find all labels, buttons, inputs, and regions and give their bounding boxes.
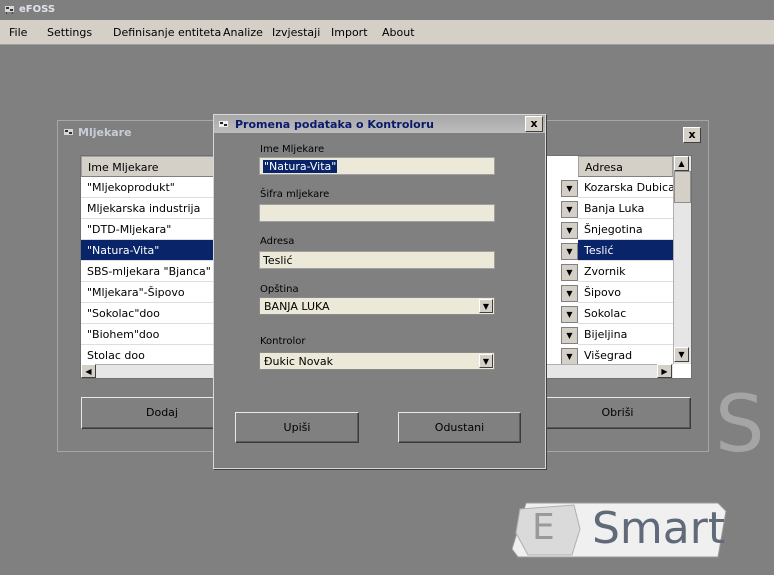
controller-label: Kontrolor: [260, 336, 306, 347]
cow-app-icon: [5, 6, 14, 14]
dialog-title-bar: Promena podataka o Kontroloru x: [214, 115, 545, 133]
dropdown-arrow-icon[interactable]: ▼: [561, 222, 578, 239]
address-label: Adresa: [260, 236, 295, 247]
dialog-close-button[interactable]: x: [525, 116, 543, 132]
cow-icon: [64, 129, 73, 135]
logo-letter: E: [532, 507, 555, 548]
cell-address[interactable]: Šipovo: [578, 282, 673, 303]
cell-name[interactable]: "Sokolac"doo: [81, 303, 221, 324]
municipality-label: Opština: [260, 284, 299, 295]
code-label: Šifra mljekare: [260, 189, 330, 200]
cell-address[interactable]: Zvornik: [578, 261, 673, 282]
scroll-down-arrow-icon[interactable]: ▼: [674, 347, 689, 362]
dropdown-arrow-icon[interactable]: ▼: [561, 201, 578, 218]
edit-dialog: Promena podataka o Kontroloru x Ime Mlje…: [213, 114, 546, 469]
cell-name[interactable]: "Natura-Vita": [81, 240, 221, 261]
menu-analize[interactable]: Analize: [223, 26, 263, 39]
app-title-bar: eFOSS: [0, 0, 774, 20]
cell-address[interactable]: Teslić: [578, 240, 673, 261]
code-field[interactable]: [259, 204, 495, 222]
cell-address[interactable]: Šnjegotina: [578, 219, 673, 240]
cell-name[interactable]: "DTD-Mljekara": [81, 219, 221, 240]
municipality-value: BANJA LUKA: [264, 300, 330, 313]
delete-button[interactable]: Obriši: [544, 397, 691, 429]
cell-name[interactable]: "Mljekara"-Šipovo: [81, 282, 221, 303]
cell-name[interactable]: SBS-mljekara "Bjanca": [81, 261, 221, 282]
name-field[interactable]: "Natura-Vita": [259, 157, 495, 175]
menu-about[interactable]: About: [382, 26, 415, 39]
scroll-right-arrow-icon[interactable]: ▶: [657, 364, 672, 378]
menu-file[interactable]: File: [9, 26, 27, 39]
watermark-letter: S: [715, 380, 765, 470]
menu-import[interactable]: Import: [331, 26, 368, 39]
dropdown-arrow-icon[interactable]: ▼: [561, 306, 578, 323]
menu-definisanje-entiteta[interactable]: Definisanje entiteta: [113, 26, 221, 39]
cell-name[interactable]: Stolac doo: [81, 345, 221, 366]
dropdown-arrow-icon[interactable]: ▼: [479, 299, 493, 313]
scroll-left-arrow-icon[interactable]: ◀: [81, 364, 96, 378]
cell-address[interactable]: Bijeljina: [578, 324, 673, 345]
controller-select[interactable]: Đukic Novak ▼: [259, 352, 495, 370]
cell-name[interactable]: Mljekarska industrija: [81, 198, 221, 219]
cell-address[interactable]: Višegrad: [578, 345, 673, 366]
cell-name[interactable]: "Biohem"doo: [81, 324, 221, 345]
menu-izvjestaji[interactable]: Izvjestaji: [272, 26, 320, 39]
mljekare-title: Mljekare: [78, 126, 132, 139]
dropdown-arrow-icon[interactable]: ▼: [561, 243, 578, 260]
controller-value: Đukic Novak: [264, 355, 334, 368]
menu-settings[interactable]: Settings: [47, 26, 92, 39]
cell-address[interactable]: Sokolac: [578, 303, 673, 324]
dropdown-arrow-icon[interactable]: ▼: [561, 348, 578, 365]
save-button[interactable]: Upiši: [235, 412, 359, 443]
column-header-name[interactable]: Ime Mljekare: [81, 156, 221, 177]
dropdown-arrow-icon[interactable]: ▼: [561, 285, 578, 302]
name-label: Ime Mljekare: [260, 144, 325, 155]
dropdown-arrow-icon[interactable]: ▼: [479, 354, 493, 368]
dialog-title: Promena podataka o Kontroloru: [235, 118, 434, 131]
address-field[interactable]: Teslić: [259, 251, 495, 269]
logo-text: Smart: [592, 503, 726, 554]
name-field-value: "Natura-Vita": [263, 160, 338, 173]
app-window: eFOSS File Settings Definisanje entiteta…: [0, 0, 774, 575]
cell-name[interactable]: "Mljekoprodukt": [81, 177, 221, 198]
column-header-address[interactable]: Adresa: [578, 156, 673, 177]
mljekare-close-button[interactable]: x: [683, 127, 701, 143]
cancel-button[interactable]: Odustani: [398, 412, 521, 443]
scroll-thumb[interactable]: [674, 171, 691, 203]
dropdown-arrow-icon[interactable]: ▼: [561, 264, 578, 281]
cell-address[interactable]: Kozarska Dubica: [578, 177, 673, 198]
menu-bar: File Settings Definisanje entiteta Anali…: [0, 20, 774, 45]
app-title: eFOSS: [19, 4, 56, 15]
scroll-up-arrow-icon[interactable]: ▲: [674, 156, 689, 171]
dropdown-arrow-icon[interactable]: ▼: [561, 327, 578, 344]
vertical-scrollbar[interactable]: ▲ ▼: [673, 156, 691, 364]
cow-icon: [219, 121, 228, 127]
municipality-select[interactable]: BANJA LUKA ▼: [259, 297, 495, 315]
dropdown-arrow-icon[interactable]: ▼: [561, 180, 578, 197]
cell-address[interactable]: Banja Luka: [578, 198, 673, 219]
